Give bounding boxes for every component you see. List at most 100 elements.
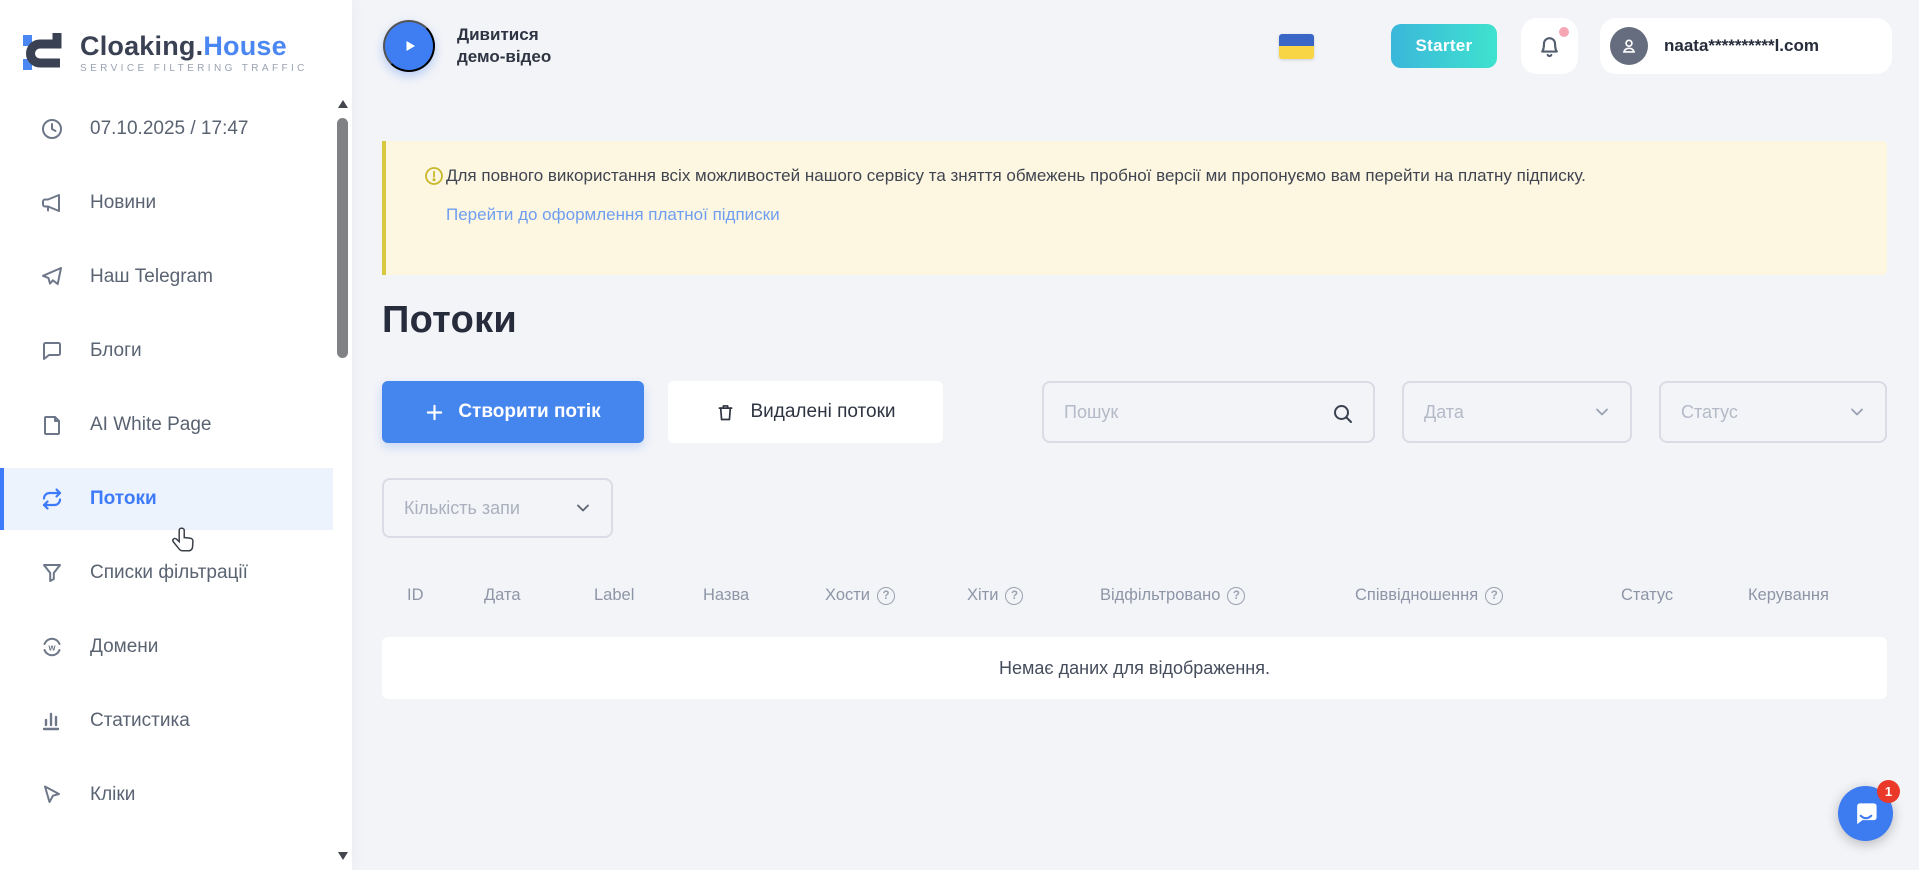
sidebar-scrollbar[interactable] bbox=[337, 100, 349, 860]
notification-dot bbox=[1559, 27, 1569, 37]
domain-icon: w bbox=[40, 635, 64, 659]
deleted-flows-label: Видалені потоки bbox=[750, 401, 895, 423]
sidebar-item-blogs[interactable]: Блоги bbox=[0, 320, 333, 382]
table-header-row: ID Дата Label Назва Хости? Хіти? Відфіль… bbox=[382, 583, 1887, 613]
column-header-name: Назва bbox=[703, 586, 749, 605]
per-page-row: Кількість запи bbox=[382, 478, 1887, 538]
sidebar-item-label: Потоки bbox=[90, 488, 157, 510]
flag-blue-stripe bbox=[1279, 34, 1314, 47]
sidebar-item-clicks[interactable]: Кліки bbox=[0, 764, 333, 826]
scrollbar-down-arrow-icon[interactable] bbox=[338, 852, 348, 860]
deleted-flows-button[interactable]: Видалені потоки bbox=[668, 381, 943, 443]
toolbar: Створити потік Видалені потоки Дата Стат… bbox=[382, 381, 1887, 443]
warning-icon bbox=[424, 166, 444, 186]
filter-icon bbox=[40, 561, 64, 585]
page-title: Потоки bbox=[382, 299, 1887, 342]
sidebar-item-label: 07.10.2025 / 17:47 bbox=[90, 118, 248, 140]
column-header-ratio: Співвідношення? bbox=[1355, 586, 1503, 605]
top-bar: Дивитися демо-відео Starter naata*******… bbox=[352, 0, 1919, 92]
sidebar-item-telegram[interactable]: Наш Telegram bbox=[0, 246, 333, 308]
chevron-down-icon bbox=[573, 498, 593, 518]
user-account-button[interactable]: naata**********l.com bbox=[1600, 18, 1892, 74]
demo-video-line2: демо-відео bbox=[457, 46, 551, 68]
chat-launcher-button[interactable]: 1 bbox=[1838, 786, 1893, 841]
help-icon[interactable]: ? bbox=[1005, 587, 1023, 605]
sidebar-item-label: Новини bbox=[90, 192, 156, 214]
create-flow-button[interactable]: Створити потік bbox=[382, 381, 644, 443]
sidebar-item-label: Статистика bbox=[90, 710, 190, 732]
chat-unread-badge: 1 bbox=[1877, 780, 1900, 803]
scrollbar-up-arrow-icon[interactable] bbox=[338, 100, 348, 108]
empty-message: Немає даних для відображення. bbox=[999, 658, 1270, 679]
bar-chart-icon bbox=[40, 709, 64, 733]
column-header-hits: Хіти? bbox=[967, 586, 1023, 605]
column-header-id: ID bbox=[407, 586, 424, 605]
sidebar-item-label: Домени bbox=[90, 636, 158, 658]
clock-icon bbox=[40, 117, 64, 141]
sidebar-item-datetime[interactable]: 07.10.2025 / 17:47 bbox=[0, 98, 333, 160]
create-flow-label: Створити потік bbox=[458, 401, 600, 423]
search-box bbox=[1042, 381, 1375, 443]
cursor-icon bbox=[40, 783, 64, 807]
per-page-label: Кількість запи bbox=[404, 498, 520, 519]
date-filter-select[interactable]: Дата bbox=[1402, 381, 1632, 443]
brand-name-accent: House bbox=[203, 31, 287, 61]
sidebar-item-flows[interactable]: Потоки bbox=[0, 468, 333, 530]
banner-message: Для повного використання всіх можливосте… bbox=[446, 163, 1816, 188]
bell-icon bbox=[1536, 33, 1563, 60]
upgrade-subscription-link[interactable]: Перейти до оформлення платної підписки bbox=[446, 205, 780, 225]
sidebar-item-ai-white-page[interactable]: AI White Page bbox=[0, 394, 333, 456]
demo-video-play-button[interactable] bbox=[383, 20, 435, 72]
notifications-button[interactable] bbox=[1521, 18, 1578, 74]
demo-video-label[interactable]: Дивитися демо-відео bbox=[457, 24, 551, 68]
column-header-filtered: Відфільтровано? bbox=[1100, 586, 1245, 605]
scrollbar-thumb[interactable] bbox=[337, 118, 348, 358]
person-icon bbox=[1618, 35, 1640, 57]
language-flag-ukraine[interactable] bbox=[1279, 34, 1314, 59]
avatar bbox=[1610, 27, 1648, 65]
sidebar-item-news[interactable]: Новини bbox=[0, 172, 333, 234]
brand-name-primary: Cloaking. bbox=[80, 31, 203, 61]
demo-video-line1: Дивитися bbox=[457, 24, 551, 46]
trash-icon bbox=[715, 402, 736, 423]
search-icon[interactable] bbox=[1331, 402, 1355, 426]
column-header-label: Label bbox=[594, 586, 634, 605]
flag-yellow-stripe bbox=[1279, 46, 1314, 59]
per-page-select[interactable]: Кількість запи bbox=[382, 478, 613, 538]
sidebar-item-label: Кліки bbox=[90, 784, 135, 806]
sidebar-item-label: AI White Page bbox=[90, 414, 211, 436]
main-content: Для повного використання всіх можливосте… bbox=[352, 92, 1919, 870]
sidebar-item-filter-lists[interactable]: Списки фільтрації bbox=[0, 542, 333, 604]
svg-text:w: w bbox=[47, 643, 56, 653]
column-header-date: Дата bbox=[484, 586, 521, 605]
column-header-status: Статус bbox=[1621, 586, 1673, 605]
user-email: naata**********l.com bbox=[1664, 36, 1819, 56]
help-icon[interactable]: ? bbox=[1227, 587, 1245, 605]
brand-logo-text: Cloaking.House SERVICE FILTERING TRAFFIC bbox=[80, 30, 308, 74]
sidebar-item-statistics[interactable]: Статистика bbox=[0, 690, 333, 752]
plus-icon bbox=[425, 403, 444, 422]
plan-badge-button[interactable]: Starter bbox=[1391, 24, 1497, 68]
chat-bubble-icon bbox=[40, 339, 64, 363]
table-empty-state: Немає даних для відображення. bbox=[382, 637, 1887, 699]
search-input[interactable] bbox=[1044, 402, 1304, 423]
date-filter-label: Дата bbox=[1424, 402, 1464, 423]
chat-messenger-icon bbox=[1851, 799, 1881, 829]
column-header-actions: Керування bbox=[1748, 586, 1829, 605]
sidebar-item-label: Списки фільтрації bbox=[90, 562, 248, 584]
telegram-icon bbox=[40, 265, 64, 289]
column-header-hosts: Хости? bbox=[825, 586, 895, 605]
sidebar-item-domains[interactable]: w Домени bbox=[0, 616, 333, 678]
brand-logo[interactable]: Cloaking.House SERVICE FILTERING TRAFFIC bbox=[0, 0, 352, 76]
status-filter-select[interactable]: Статус bbox=[1659, 381, 1887, 443]
help-icon[interactable]: ? bbox=[877, 587, 895, 605]
flows-icon bbox=[40, 487, 64, 511]
chevron-down-icon bbox=[1847, 402, 1867, 422]
sidebar-nav: 07.10.2025 / 17:47 Новини Наш Telegram Б… bbox=[0, 98, 352, 826]
page-icon bbox=[40, 413, 64, 437]
sidebar-item-label: Наш Telegram bbox=[90, 266, 213, 288]
brand-tagline: SERVICE FILTERING TRAFFIC bbox=[80, 63, 308, 74]
play-icon bbox=[397, 34, 421, 58]
sidebar-item-label: Блоги bbox=[90, 340, 142, 362]
help-icon[interactable]: ? bbox=[1485, 587, 1503, 605]
